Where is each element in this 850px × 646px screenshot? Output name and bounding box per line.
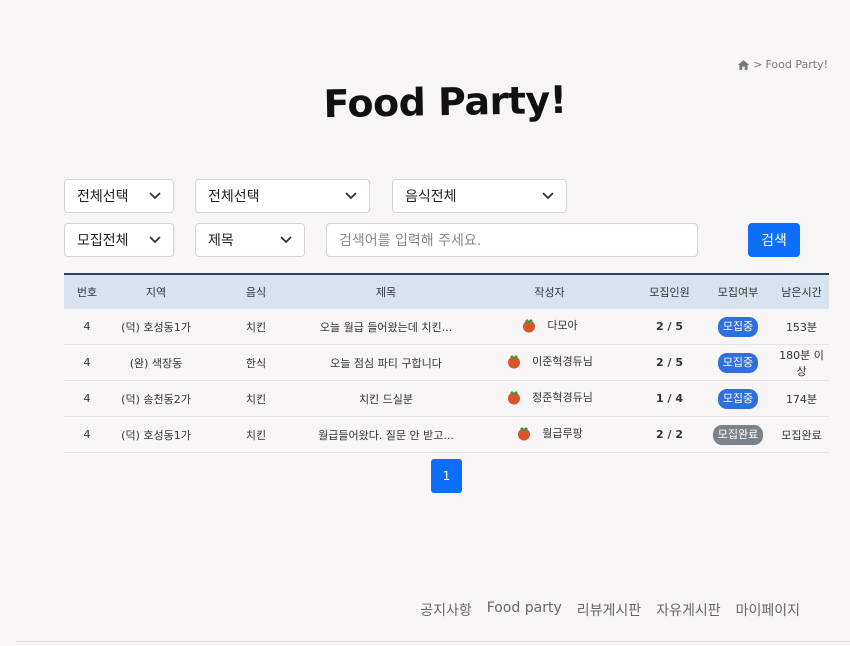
col-header-status: 모집여부 [717, 286, 759, 299]
breadcrumb: > Food Party! [737, 58, 828, 71]
breadcrumb-separator: > [753, 58, 763, 71]
table-row[interactable]: 4 (덕) 호성동1가 치킨 월급들어왔다. 질문 안 받고... 월급루팡 2… [64, 416, 829, 453]
cell-remaining: 153분 [774, 309, 829, 345]
cell-status: 모집중 [702, 344, 774, 381]
col-header-remaining: 남은시간 [781, 286, 822, 299]
cell-food: 치킨 [202, 416, 310, 453]
search-field-select[interactable]: 제목 [195, 223, 305, 257]
chevron-down-icon [280, 236, 292, 244]
region1-select-value: 전체선택 [77, 189, 129, 205]
chevron-down-icon [149, 192, 161, 200]
region2-select-value: 전체선택 [208, 189, 260, 205]
status-badge: 모집완료 [712, 424, 764, 445]
cell-status: 모집중 [702, 380, 774, 417]
cell-count: 2 / 2 [637, 416, 702, 453]
footer-link-free-board[interactable]: 자유게시판 [656, 600, 720, 620]
cell-title[interactable]: 오늘 월급 들어왔는데 치킨... [310, 309, 462, 345]
food-select[interactable]: 음식전체 [392, 179, 567, 213]
status-badge: 모집중 [717, 352, 759, 373]
tomato-icon [508, 355, 521, 369]
col-header-author: 작성자 [534, 286, 565, 299]
recruit-select[interactable]: 모집전체 [64, 223, 174, 257]
cell-author: 정준혁경듀님 [462, 380, 637, 417]
cell-remaining: 모집완료 [774, 416, 829, 453]
cell-region: (완) 색장동 [110, 344, 202, 381]
search-button[interactable]: 검색 [748, 223, 800, 257]
footer-divider [16, 641, 850, 642]
cell-title[interactable]: 치킨 드실분 [310, 380, 462, 417]
chevron-down-icon [542, 192, 554, 200]
home-icon[interactable] [737, 59, 750, 71]
search-input-placeholder: 검색어를 입력해 주세요. [339, 233, 482, 249]
search-field-select-value: 제목 [208, 233, 234, 249]
author-name: 월급루팡 [542, 427, 583, 440]
cell-no: 4 [64, 344, 110, 381]
status-badge: 모집중 [717, 388, 759, 409]
cell-count: 1 / 4 [637, 380, 702, 417]
cell-status: 모집완료 [702, 416, 774, 453]
cell-no: 4 [64, 309, 110, 345]
recruit-select-value: 모집전체 [77, 233, 129, 249]
table-row[interactable]: 4 (완) 색장동 한식 오늘 점심 파티 구합니다 이준혁경듀님 2 / 5 … [64, 344, 829, 381]
page-title: Food Party! [323, 77, 567, 127]
region1-select[interactable]: 전체선택 [64, 179, 174, 213]
party-table: 번호 지역 음식 제목 작성자 모집인원 모집여부 남은시간 4 (덕) 호성동… [64, 273, 829, 453]
cell-count: 2 / 5 [637, 309, 702, 345]
footer-nav: 공지사항 Food party 리뷰게시판 자유게시판 마이페이지 [420, 600, 800, 620]
col-header-region: 지역 [145, 286, 167, 299]
cell-author: 이준혁경듀님 [462, 344, 637, 381]
col-header-no: 번호 [76, 286, 98, 299]
col-header-food: 음식 [245, 286, 267, 299]
table-header-row: 번호 지역 음식 제목 작성자 모집인원 모집여부 남은시간 [64, 274, 829, 309]
status-badge: 모집중 [717, 316, 759, 337]
region2-select[interactable]: 전체선택 [195, 179, 370, 213]
cell-region: (덕) 호성동1가 [110, 416, 202, 453]
cell-title[interactable]: 오늘 점심 파티 구합니다 [310, 344, 462, 381]
footer-link-notice[interactable]: 공지사항 [420, 600, 472, 620]
cell-region: (덕) 송천동2가 [110, 380, 202, 417]
cell-region: (덕) 호성동1가 [110, 309, 202, 345]
col-header-count: 모집인원 [649, 286, 690, 299]
author-name: 다모아 [547, 319, 578, 332]
table-row[interactable]: 4 (덕) 송천동2가 치킨 치킨 드실분 정준혁경듀님 1 / 4 모집중 1… [64, 380, 829, 417]
cell-title[interactable]: 월급들어왔다. 질문 안 받고... [310, 416, 462, 453]
table-row[interactable]: 4 (덕) 호성동1가 치킨 오늘 월급 들어왔는데 치킨... 다모아 2 /… [64, 309, 829, 345]
cell-food: 치킨 [202, 380, 310, 417]
breadcrumb-current[interactable]: Food Party! [765, 58, 828, 71]
cell-author: 월급루팡 [462, 416, 637, 453]
cell-count: 2 / 5 [637, 344, 702, 381]
footer-link-review-board[interactable]: 리뷰게시판 [577, 600, 641, 620]
cell-no: 4 [64, 416, 110, 453]
search-input[interactable]: 검색어를 입력해 주세요. [326, 223, 698, 257]
author-name: 이준혁경듀님 [532, 355, 593, 368]
tomato-icon [518, 427, 531, 441]
page-button-1[interactable]: 1 [431, 459, 462, 493]
chevron-down-icon [149, 236, 161, 244]
cell-remaining: 174분 [774, 380, 829, 417]
footer-link-food-party[interactable]: Food party [487, 600, 562, 620]
cell-author: 다모아 [462, 309, 637, 345]
cell-food: 치킨 [202, 309, 310, 345]
col-header-title: 제목 [375, 286, 397, 299]
cell-food: 한식 [202, 344, 310, 381]
footer-link-mypage[interactable]: 마이페이지 [736, 600, 800, 620]
tomato-icon [523, 319, 536, 333]
cell-status: 모집중 [702, 309, 774, 345]
cell-remaining: 180분 이상 [774, 344, 829, 381]
author-name: 정준혁경듀님 [532, 391, 593, 404]
cell-no: 4 [64, 380, 110, 417]
chevron-down-icon [345, 192, 357, 200]
food-select-value: 음식전체 [405, 189, 457, 205]
tomato-icon [508, 391, 521, 405]
